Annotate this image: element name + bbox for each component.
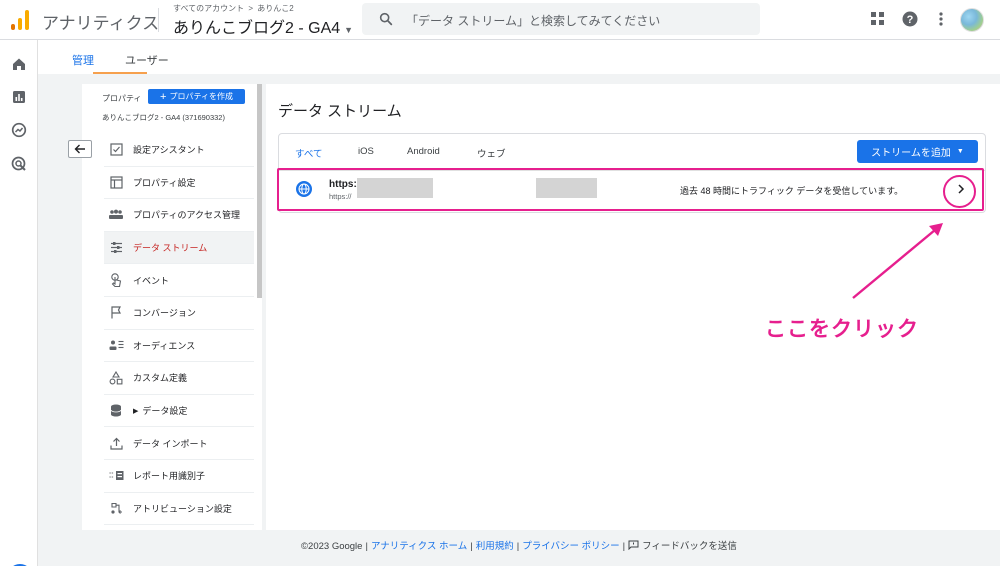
search-input[interactable]: 「データ ストリーム」と検索してみてください (406, 12, 660, 29)
menu-item-custom-definitions[interactable]: カスタム定義 (104, 362, 254, 395)
menu-item-label: オーディエンス (133, 340, 196, 351)
touch-icon (108, 272, 124, 288)
menu-item-label: データ設定 (142, 406, 188, 417)
advertising-icon[interactable] (11, 156, 27, 172)
analytics-logo-icon[interactable] (10, 8, 32, 30)
account-avatar[interactable] (960, 8, 984, 32)
menu-item-data-import[interactable]: データ インポート (104, 427, 254, 460)
tab-android[interactable]: Android (407, 146, 440, 157)
property-id-label: ありんこブログ2 - GA4 (371690332) (102, 113, 225, 122)
streams-icon (108, 240, 124, 256)
dropdown-caret-icon: ▼ (956, 148, 964, 155)
menu-item-property-settings[interactable]: プロパティ設定 (104, 167, 254, 200)
property-name: ありんこブログ2 - GA4 (173, 20, 341, 37)
upload-icon (108, 435, 124, 451)
menu-item-attribution-settings[interactable]: アトリビューション設定 (104, 493, 254, 526)
menu-item-label: データ インポート (133, 438, 208, 449)
dropdown-caret-icon: ▼ (344, 25, 354, 35)
create-property-button[interactable]: + プロパティを作成 (148, 89, 245, 104)
menu-item-reporting-identity[interactable]: レポート用識別子 (104, 460, 254, 493)
menu-item-label: コンバージョン (133, 308, 196, 319)
explore-icon[interactable] (11, 122, 27, 138)
attribution-icon (108, 500, 124, 516)
layout-icon (108, 174, 124, 190)
app-name: アナリティクス (42, 14, 160, 33)
tab-all[interactable]: すべて (295, 146, 322, 160)
copyright: ©2023 Google (301, 541, 363, 552)
create-property-label: プロパティを作成 (169, 92, 233, 101)
menu-item-label: プロパティ設定 (133, 177, 196, 188)
svg-text:?: ? (907, 14, 914, 26)
menu-item-conversions[interactable]: コンバージョン (104, 297, 254, 330)
tab-users[interactable]: ユーザー (125, 52, 169, 68)
menu-item-events[interactable]: イベント (104, 264, 254, 297)
scrollbar[interactable] (257, 84, 262, 298)
menu-item-data-settings[interactable]: ▶ データ設定 (104, 395, 254, 428)
footer: ©2023 Google | アナリティクス ホーム | 利用規約 | プライバシー ポリシ… (301, 540, 737, 552)
add-stream-label: ストリームを追加 (871, 148, 951, 159)
plus-icon: + (160, 90, 167, 103)
expand-arrow-icon[interactable]: ▶ (133, 407, 138, 415)
footer-link-privacy[interactable]: プライバシー ポリシー (522, 541, 619, 552)
tab-web[interactable]: ウェブ (477, 146, 506, 160)
breadcrumb-separator: > (248, 4, 254, 13)
annotation-arrow-icon (852, 223, 943, 299)
add-stream-button[interactable]: ストリームを追加 ▼ (857, 140, 978, 163)
data-streams-panel: データ ストリーム すべて iOS Android ウェブ ストリームを追加 ▼… (266, 84, 1000, 530)
page-title: データ ストリーム (278, 103, 402, 120)
property-label: プロパティ (102, 94, 142, 103)
tab-admin[interactable]: 管理 (72, 52, 94, 68)
footer-link-home[interactable]: アナリティクス ホーム (371, 541, 467, 552)
breadcrumb-all-accounts[interactable]: すべてのアカウント (173, 4, 244, 13)
stream-filter-tabs: すべて iOS Android ウェブ ストリームを追加 ▼ (279, 134, 985, 170)
left-nav-rail (0, 40, 38, 566)
breadcrumb-account[interactable]: ありんこ2 (257, 4, 293, 13)
menu-item-audiences[interactable]: オーディエンス (104, 330, 254, 363)
footer-link-terms[interactable]: 利用規約 (476, 541, 514, 552)
reports-icon[interactable] (11, 89, 27, 105)
home-icon[interactable] (11, 56, 27, 72)
help-icon[interactable]: ? (901, 10, 919, 28)
menu-item-label: データ ストリーム (133, 243, 208, 254)
tab-ios[interactable]: iOS (358, 146, 374, 157)
property-column: プロパティ + プロパティを作成 ありんこブログ2 - GA4 (3716903… (68, 84, 262, 530)
admin-tab-bar: 管理 ユーザー (38, 40, 1000, 74)
property-menu: 設定アシスタント プロパティ設定 プロパティのアクセス管理 データ ストリーム … (104, 134, 254, 526)
active-tab-indicator (93, 72, 147, 74)
apps-grid-icon[interactable] (869, 10, 887, 28)
property-selector[interactable]: ありんこブログ2 - GA4 ▼ (173, 14, 353, 38)
back-arrow-icon[interactable] (68, 140, 92, 158)
divider (158, 8, 159, 32)
search-icon (379, 12, 393, 26)
menu-item-label: プロパティのアクセス管理 (133, 210, 241, 221)
search-bar[interactable]: 「データ ストリーム」と検索してみてください (362, 3, 760, 35)
menu-item-label: イベント (133, 275, 170, 286)
breadcrumb[interactable]: すべてのアカウント > ありんこ2 (173, 3, 294, 14)
feedback-icon[interactable] (628, 540, 642, 552)
checkbox-icon (108, 142, 124, 158)
audience-icon (108, 337, 124, 353)
menu-item-label: アトリビューション設定 (133, 503, 232, 514)
menu-item-label: カスタム定義 (133, 373, 188, 384)
people-icon (108, 207, 124, 223)
footer-link-feedback[interactable]: フィードバックを送信 (642, 541, 737, 552)
top-app-bar: アナリティクス すべてのアカウント > ありんこ2 ありんこブログ2 - GA4… (0, 0, 1000, 40)
menu-item-label: 設定アシスタント (133, 145, 205, 156)
identifier-icon (108, 468, 124, 484)
flag-icon (108, 305, 124, 321)
menu-item-setup-assistant[interactable]: 設定アシスタント (104, 134, 254, 167)
database-icon (108, 403, 124, 419)
menu-item-label: レポート用識別子 (133, 471, 206, 482)
annotation-text: ここをクリック (765, 318, 919, 341)
menu-item-property-access[interactable]: プロパティのアクセス管理 (104, 199, 254, 232)
more-vert-icon[interactable] (932, 10, 950, 28)
highlight-box (277, 168, 984, 211)
menu-item-data-streams[interactable]: データ ストリーム (104, 231, 254, 265)
shapes-icon (108, 370, 124, 386)
highlight-circle (943, 175, 976, 208)
